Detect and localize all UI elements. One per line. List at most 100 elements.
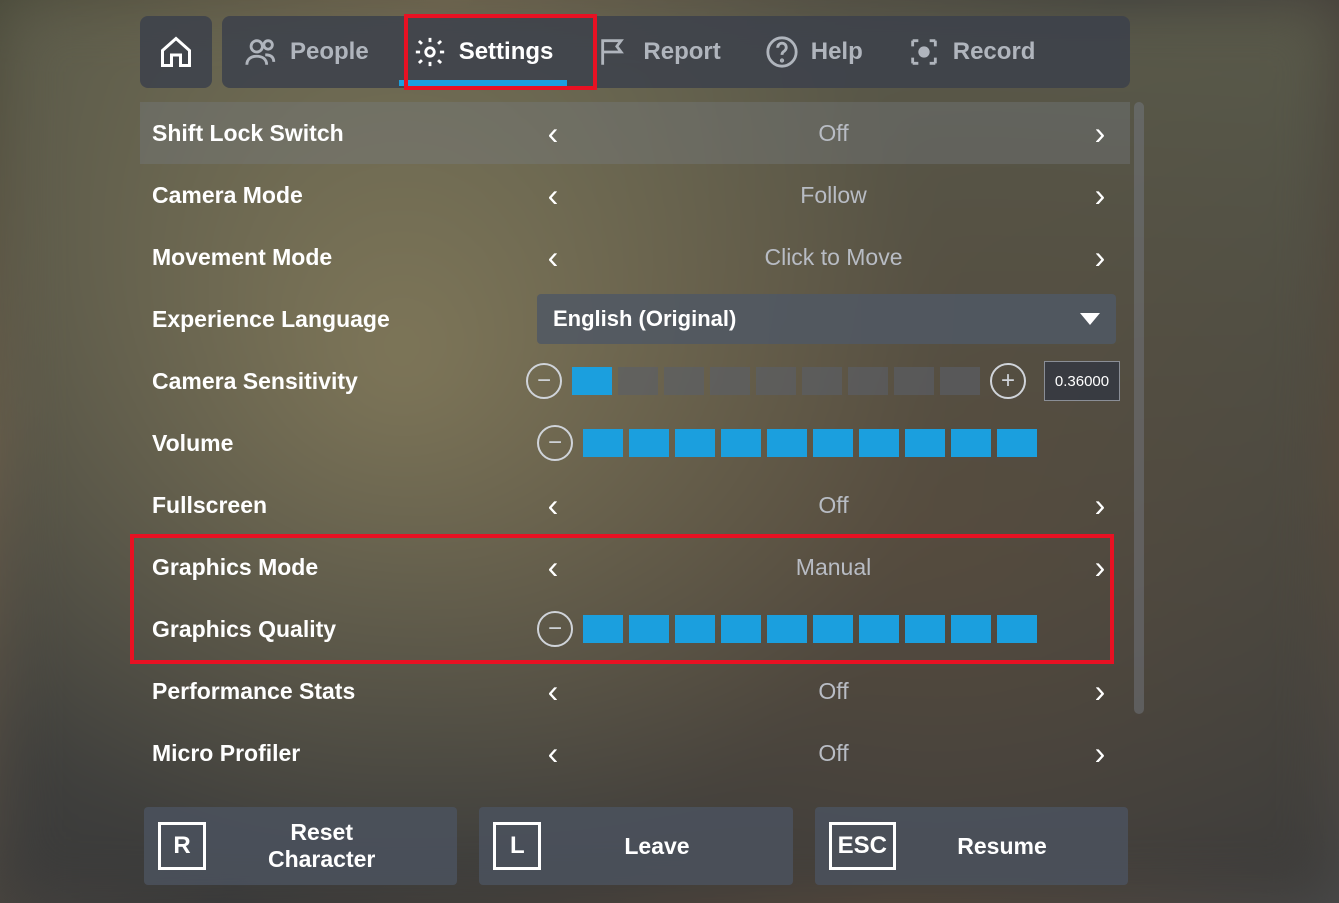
value-camera-mode: Follow: [537, 182, 1130, 209]
tab-people-label: People: [290, 38, 369, 66]
chevron-right-icon[interactable]: ›: [1084, 487, 1116, 524]
bar-segment: [767, 429, 807, 457]
dropdown-experience-language[interactable]: English (Original): [537, 294, 1116, 344]
chevron-left-icon[interactable]: ‹: [537, 115, 569, 152]
resume-button[interactable]: ESC Resume: [815, 807, 1128, 885]
chevron-left-icon[interactable]: ‹: [537, 673, 569, 710]
bar-segment: [721, 615, 761, 643]
value-performance-stats: Off: [537, 678, 1130, 705]
scrollbar[interactable]: [1134, 102, 1144, 714]
control-camera-sensitivity: − + 0.36000: [526, 350, 1130, 412]
tab-report-label: Report: [643, 38, 720, 66]
label-graphics-mode: Graphics Mode: [152, 554, 537, 581]
row-shift-lock: Shift Lock Switch ‹ Off ›: [140, 102, 1130, 164]
label-graphics-quality: Graphics Quality: [152, 616, 537, 643]
tab-settings-label: Settings: [459, 38, 554, 66]
bar-segment: [572, 367, 612, 395]
control-movement-mode: ‹ Click to Move ›: [537, 226, 1130, 288]
leave-label: Leave: [581, 833, 792, 860]
label-volume: Volume: [152, 430, 537, 457]
chevron-left-icon[interactable]: ‹: [537, 177, 569, 214]
key-hint: ESC: [829, 822, 896, 870]
tab-help-label: Help: [811, 38, 863, 66]
row-fullscreen: Fullscreen ‹ Off ›: [140, 474, 1130, 536]
sensitivity-value[interactable]: 0.36000: [1044, 361, 1120, 401]
bar-segment: [710, 367, 750, 395]
tab-record[interactable]: Record: [885, 16, 1058, 88]
bar-segment: [721, 429, 761, 457]
minus-button[interactable]: −: [526, 363, 562, 399]
control-shift-lock: ‹ Off ›: [537, 102, 1130, 164]
label-movement-mode: Movement Mode: [152, 244, 537, 271]
chevron-left-icon[interactable]: ‹: [537, 239, 569, 276]
row-performance-stats: Performance Stats ‹ Off ›: [140, 660, 1130, 722]
tab-record-label: Record: [953, 38, 1036, 66]
bar-segment: [675, 429, 715, 457]
bar-segment: [802, 367, 842, 395]
tab-settings[interactable]: Settings: [391, 16, 576, 88]
label-camera-sensitivity: Camera Sensitivity: [152, 368, 526, 395]
record-icon: [907, 35, 941, 69]
chevron-left-icon[interactable]: ‹: [537, 735, 569, 772]
bar-segment: [997, 615, 1037, 643]
value-shift-lock: Off: [537, 120, 1130, 147]
chevron-right-icon[interactable]: ›: [1084, 549, 1116, 586]
label-fullscreen: Fullscreen: [152, 492, 537, 519]
key-hint: R: [158, 822, 206, 870]
chevron-right-icon[interactable]: ›: [1084, 735, 1116, 772]
bar-segment: [767, 615, 807, 643]
bar-segment: [905, 429, 945, 457]
tab-help[interactable]: Help: [743, 16, 885, 88]
bar-segment: [583, 429, 623, 457]
chevron-right-icon[interactable]: ›: [1084, 239, 1116, 276]
tab-report[interactable]: Report: [575, 16, 742, 88]
bar-segment: [629, 429, 669, 457]
chevron-right-icon[interactable]: ›: [1084, 115, 1116, 152]
control-volume: −: [537, 412, 1130, 474]
control-fullscreen: ‹ Off ›: [537, 474, 1130, 536]
bar-segment: [951, 615, 991, 643]
row-micro-profiler: Micro Profiler ‹ Off ›: [140, 722, 1130, 784]
footer-buttons: R Reset Character L Leave ESC Resume: [144, 807, 1128, 885]
reset-character-button[interactable]: R Reset Character: [144, 807, 457, 885]
flag-icon: [597, 35, 631, 69]
bar-segment: [813, 429, 853, 457]
row-camera-sensitivity: Camera Sensitivity − +: [140, 350, 1130, 412]
row-camera-mode: Camera Mode ‹ Follow ›: [140, 164, 1130, 226]
key-hint: L: [493, 822, 541, 870]
volume-bar[interactable]: [583, 429, 1037, 457]
bar-segment: [583, 615, 623, 643]
bar-segment: [756, 367, 796, 395]
help-icon: [765, 35, 799, 69]
bar-segment: [940, 367, 980, 395]
control-performance-stats: ‹ Off ›: [537, 660, 1130, 722]
bar-segment: [848, 367, 888, 395]
plus-button[interactable]: +: [990, 363, 1026, 399]
quality-bar[interactable]: [583, 615, 1037, 643]
leave-button[interactable]: L Leave: [479, 807, 792, 885]
chevron-left-icon[interactable]: ‹: [537, 549, 569, 586]
row-graphics-mode: Graphics Mode ‹ Manual ›: [140, 536, 1130, 598]
label-shift-lock: Shift Lock Switch: [152, 120, 537, 147]
value-movement-mode: Click to Move: [537, 244, 1130, 271]
label-experience-language: Experience Language: [152, 306, 537, 333]
label-performance-stats: Performance Stats: [152, 678, 537, 705]
control-experience-language: English (Original): [537, 288, 1130, 350]
bar-segment: [951, 429, 991, 457]
chevron-left-icon[interactable]: ‹: [537, 487, 569, 524]
chevron-right-icon[interactable]: ›: [1084, 673, 1116, 710]
tabs-group: People Settings Report Help: [222, 16, 1130, 88]
row-graphics-quality: Graphics Quality −: [140, 598, 1130, 660]
tab-people[interactable]: People: [222, 16, 391, 88]
bar-segment: [618, 367, 658, 395]
minus-button[interactable]: −: [537, 425, 573, 461]
minus-button[interactable]: −: [537, 611, 573, 647]
resume-label: Resume: [936, 833, 1128, 860]
value-micro-profiler: Off: [537, 740, 1130, 767]
chevron-right-icon[interactable]: ›: [1084, 177, 1116, 214]
bar-segment: [905, 615, 945, 643]
caret-down-icon: [1080, 313, 1100, 325]
tab-home[interactable]: [140, 16, 212, 88]
settings-list: Shift Lock Switch ‹ Off › Camera Mode ‹ …: [140, 102, 1130, 784]
sensitivity-bar[interactable]: [572, 367, 980, 395]
